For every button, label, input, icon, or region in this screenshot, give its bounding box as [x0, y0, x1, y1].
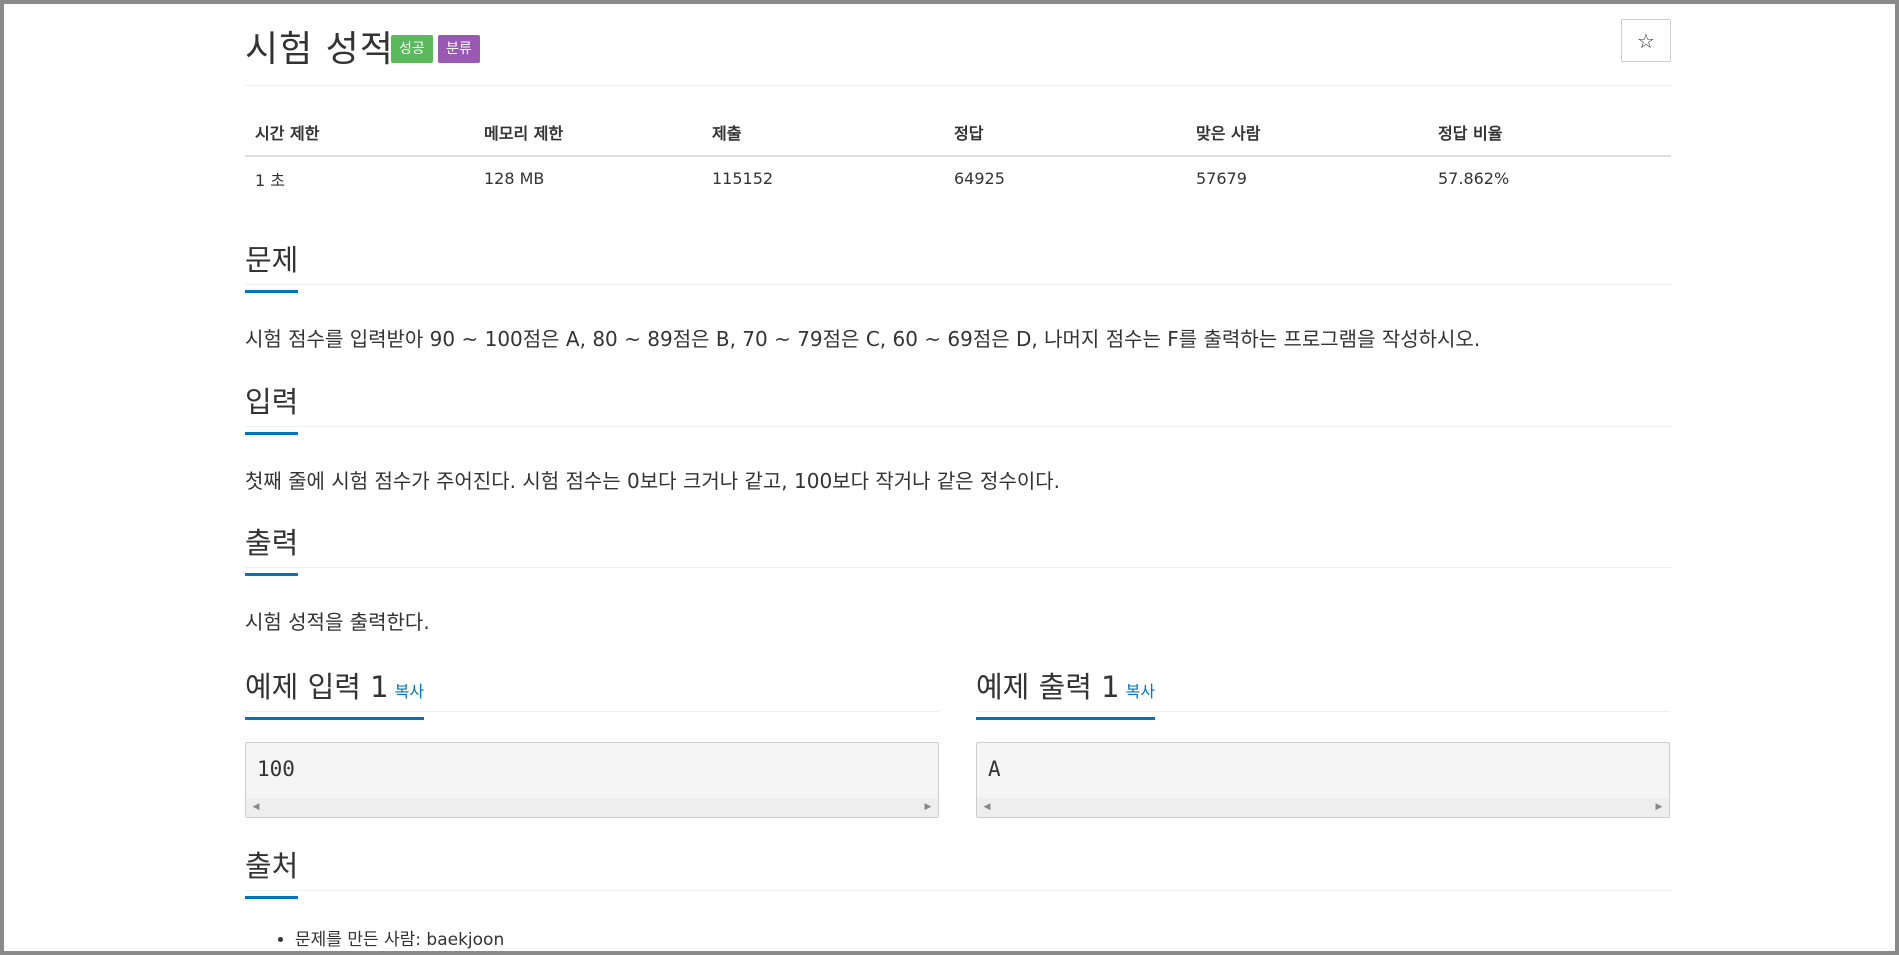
- sample-input: 예제 입력 1 복사 100 ◀ ▶: [245, 656, 939, 818]
- header-solved-users: 맞은 사람: [1186, 108, 1428, 157]
- problem-info-table: 시간 제한 메모리 제한 제출 정답 맞은 사람 정답 비율 1 초 128 M…: [245, 108, 1671, 200]
- sample-input-title: 예제 입력 1: [245, 670, 389, 704]
- header-submissions: 제출: [702, 108, 944, 157]
- favorite-star-button[interactable]: ☆: [1621, 19, 1671, 62]
- input-header: 입력: [245, 371, 1671, 435]
- info-table-header-row: 시간 제한 메모리 제한 제출 정답 맞은 사람 정답 비율: [245, 108, 1671, 157]
- sample-output-scrollbar[interactable]: ◀ ▶: [977, 798, 1669, 817]
- page-frame: 시험 성적 성공 분류 ☆ 시간 제한 메모리 제한 제출 정답 맞은 사람 정…: [0, 0, 1899, 955]
- input-text: 첫째 줄에 시험 점수가 주어진다. 시험 점수는 0보다 크거나 같고, 10…: [245, 469, 1061, 493]
- output-text: 시험 성적을 출력한다.: [245, 610, 430, 634]
- source-section: 출처 문제를 만든 사람: baekjoon: [245, 835, 1671, 950]
- success-badge[interactable]: 성공: [391, 35, 433, 63]
- accepted-value: 64925: [954, 169, 1005, 188]
- problem-header: 시험 성적 성공 분류 ☆: [245, 14, 1671, 86]
- sample-input-content: 100: [257, 757, 295, 781]
- sample-output-title: 예제 출력 1: [976, 670, 1120, 704]
- sample-output-title-wrap: 예제 출력 1 복사: [976, 664, 1156, 720]
- sample-input-box[interactable]: 100 ◀ ▶: [245, 742, 939, 818]
- source-header: 출처: [245, 835, 1671, 899]
- scroll-left-icon[interactable]: ◀: [979, 798, 995, 817]
- output-header: 출력: [245, 512, 1671, 576]
- solved-users-value: 57679: [1196, 169, 1247, 188]
- header-time-limit: 시간 제한: [245, 108, 474, 157]
- scroll-left-icon[interactable]: ◀: [248, 798, 264, 817]
- header-accept-ratio: 정답 비율: [1428, 108, 1671, 157]
- sample-output-box[interactable]: A ◀ ▶: [976, 742, 1670, 818]
- source-list: 문제를 만든 사람: baekjoon: [245, 891, 1671, 950]
- scroll-right-icon[interactable]: ▶: [920, 798, 936, 817]
- scroll-right-icon[interactable]: ▶: [1651, 798, 1667, 817]
- description-header: 문제: [245, 229, 1671, 293]
- description-title: 문제: [245, 237, 299, 293]
- header-memory-limit: 메모리 제한: [474, 108, 702, 157]
- sample-input-header: 예제 입력 1 복사: [245, 656, 939, 720]
- sample-output-content: A: [988, 757, 1001, 781]
- sample-output: 예제 출력 1 복사 A ◀ ▶: [976, 656, 1670, 818]
- description-section: 문제 시험 점수를 입력받아 90 ~ 100점은 A, 80 ~ 89점은 B…: [245, 229, 1671, 352]
- source-item-author[interactable]: 문제를 만든 사람: baekjoon: [295, 925, 1671, 950]
- star-icon: ☆: [1637, 28, 1655, 53]
- copy-sample-output-link[interactable]: 복사: [1126, 682, 1155, 701]
- time-limit-value: 1 초: [255, 170, 285, 190]
- page-title: 시험 성적: [245, 29, 394, 70]
- accept-ratio-value: 57.862%: [1438, 169, 1510, 188]
- description-text: 시험 점수를 입력받아 90 ~ 100점은 A, 80 ~ 89점은 B, 7…: [245, 327, 1481, 351]
- sample-output-header: 예제 출력 1 복사: [976, 656, 1670, 720]
- input-section: 입력 첫째 줄에 시험 점수가 주어진다. 시험 점수는 0보다 크거나 같고,…: [245, 371, 1671, 494]
- sample-input-title-wrap: 예제 입력 1 복사: [245, 664, 425, 720]
- source-title: 출처: [245, 843, 299, 899]
- info-table-row: 1 초 128 MB 115152 64925 57679 57.862%: [245, 156, 1671, 200]
- memory-limit-value: 128 MB: [484, 169, 545, 188]
- sample-input-scrollbar[interactable]: ◀ ▶: [246, 798, 938, 817]
- header-accepted: 정답: [944, 108, 1186, 157]
- submissions-value: 115152: [712, 169, 774, 188]
- input-title: 입력: [245, 379, 299, 435]
- category-badge[interactable]: 분류: [438, 35, 480, 63]
- output-title: 출력: [245, 520, 299, 576]
- copy-sample-input-link[interactable]: 복사: [395, 682, 424, 701]
- output-section: 출력 시험 성적을 출력한다.: [245, 512, 1671, 635]
